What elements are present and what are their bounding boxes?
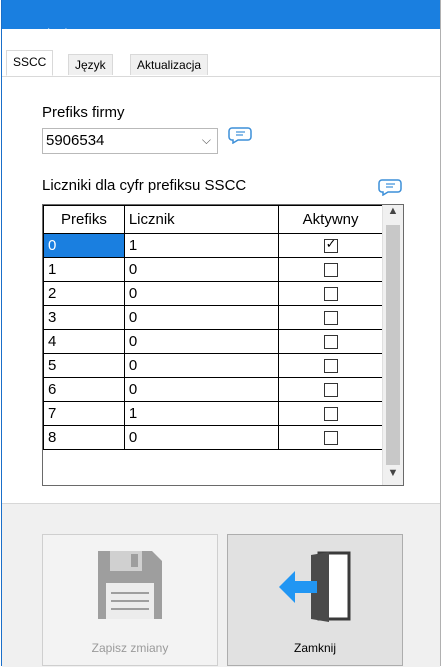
prefix-cell[interactable]: 5 bbox=[43, 353, 125, 378]
floppy-disk-icon bbox=[98, 551, 162, 619]
tab-sscc[interactable]: SSCC bbox=[6, 50, 54, 76]
prefix-cell[interactable]: 4 bbox=[43, 329, 125, 354]
table-row[interactable]: 01 bbox=[43, 233, 383, 258]
counter-cell[interactable]: 0 bbox=[123, 329, 280, 354]
active-checkbox[interactable] bbox=[323, 263, 338, 278]
active-cell[interactable] bbox=[278, 377, 383, 402]
counters-label: Liczniki dla cyfr prefiksu SSCC bbox=[42, 177, 247, 194]
active-cell[interactable] bbox=[278, 425, 383, 450]
active-cell[interactable] bbox=[278, 233, 383, 258]
scroll-thumb[interactable] bbox=[386, 225, 400, 465]
tab-strip: SSCC Język Aktualizacja bbox=[2, 48, 440, 77]
prefix-cell[interactable]: 0 bbox=[43, 233, 125, 258]
active-checkbox[interactable] bbox=[323, 335, 338, 350]
close-label: Zamknij bbox=[293, 641, 336, 655]
prefix-cell[interactable]: 8 bbox=[43, 425, 125, 450]
table-row[interactable]: 30 bbox=[43, 305, 383, 330]
chevron-down-icon: ⌵ bbox=[201, 133, 211, 147]
counter-cell[interactable]: 0 bbox=[123, 257, 280, 282]
active-checkbox[interactable] bbox=[323, 431, 338, 446]
settings-window: Ustawienia SSCC Język Aktualizacja Prefi… bbox=[1, 0, 441, 667]
active-checkbox[interactable] bbox=[323, 236, 338, 254]
prefix-cell[interactable]: 1 bbox=[43, 257, 125, 282]
table-row[interactable]: 80 bbox=[43, 425, 383, 450]
active-cell[interactable] bbox=[278, 281, 383, 306]
active-cell[interactable] bbox=[278, 257, 383, 282]
active-checkbox[interactable] bbox=[323, 383, 338, 398]
active-cell[interactable] bbox=[278, 329, 383, 354]
counter-cell[interactable]: 0 bbox=[123, 377, 280, 402]
table-row[interactable]: 60 bbox=[43, 377, 383, 402]
prefix-label: Prefiks firmy bbox=[42, 104, 125, 121]
save-label: Zapisz zmiany bbox=[91, 641, 169, 655]
tab-language[interactable]: Język bbox=[68, 54, 113, 75]
active-checkbox[interactable] bbox=[323, 287, 338, 302]
counter-cell[interactable]: 1 bbox=[123, 401, 280, 426]
active-checkbox[interactable] bbox=[323, 359, 338, 374]
table-row[interactable]: 71 bbox=[43, 401, 383, 426]
active-checkbox[interactable] bbox=[323, 311, 338, 326]
counters-table: Prefiks Licznik Aktywny 0110203040506071… bbox=[43, 205, 383, 450]
counter-cell[interactable]: 0 bbox=[123, 305, 280, 330]
prefix-cell[interactable]: 6 bbox=[43, 377, 125, 402]
table-row[interactable]: 50 bbox=[43, 353, 383, 378]
column-header-active[interactable]: Aktywny bbox=[278, 205, 383, 234]
button-panel: Zapisz zmiany Zamknij bbox=[2, 503, 440, 667]
prefix-cell[interactable]: 7 bbox=[43, 401, 125, 426]
prefix-value: 5906534 bbox=[46, 132, 105, 149]
active-checkbox[interactable] bbox=[323, 407, 338, 422]
table-row[interactable]: 20 bbox=[43, 281, 383, 306]
title-bar[interactable] bbox=[2, 0, 440, 29]
counter-cell[interactable]: 1 bbox=[123, 233, 280, 258]
close-button[interactable]: Zamknij bbox=[227, 534, 403, 666]
column-header-prefix[interactable]: Prefiks bbox=[43, 205, 125, 234]
comment-icon[interactable] bbox=[378, 178, 402, 196]
active-cell[interactable] bbox=[278, 401, 383, 426]
table-row[interactable]: 10 bbox=[43, 257, 383, 282]
counter-cell[interactable]: 0 bbox=[123, 353, 280, 378]
window-title: Ustawienia bbox=[11, 26, 75, 41]
prefix-combobox[interactable]: 5906534 ⌵ bbox=[42, 128, 218, 154]
tab-updates[interactable]: Aktualizacja bbox=[130, 54, 209, 75]
counters-grid[interactable]: Prefiks Licznik Aktywny 0110203040506071… bbox=[42, 204, 404, 486]
prefix-cell[interactable]: 2 bbox=[43, 281, 125, 306]
active-cell[interactable] bbox=[278, 305, 383, 330]
counter-cell[interactable]: 0 bbox=[123, 281, 280, 306]
column-header-counter[interactable]: Licznik bbox=[123, 205, 280, 234]
prefix-cell[interactable]: 3 bbox=[43, 305, 125, 330]
active-cell[interactable] bbox=[278, 353, 383, 378]
table-row[interactable]: 40 bbox=[43, 329, 383, 354]
save-button[interactable]: Zapisz zmiany bbox=[42, 534, 218, 666]
exit-door-icon bbox=[279, 551, 351, 622]
comment-icon[interactable] bbox=[228, 126, 252, 144]
scroll-down-icon[interactable]: ▼ bbox=[383, 467, 403, 485]
counter-cell[interactable]: 0 bbox=[123, 425, 280, 450]
vertical-scrollbar[interactable]: ▲ ▼ bbox=[382, 205, 403, 485]
scroll-up-icon[interactable]: ▲ bbox=[383, 205, 403, 223]
